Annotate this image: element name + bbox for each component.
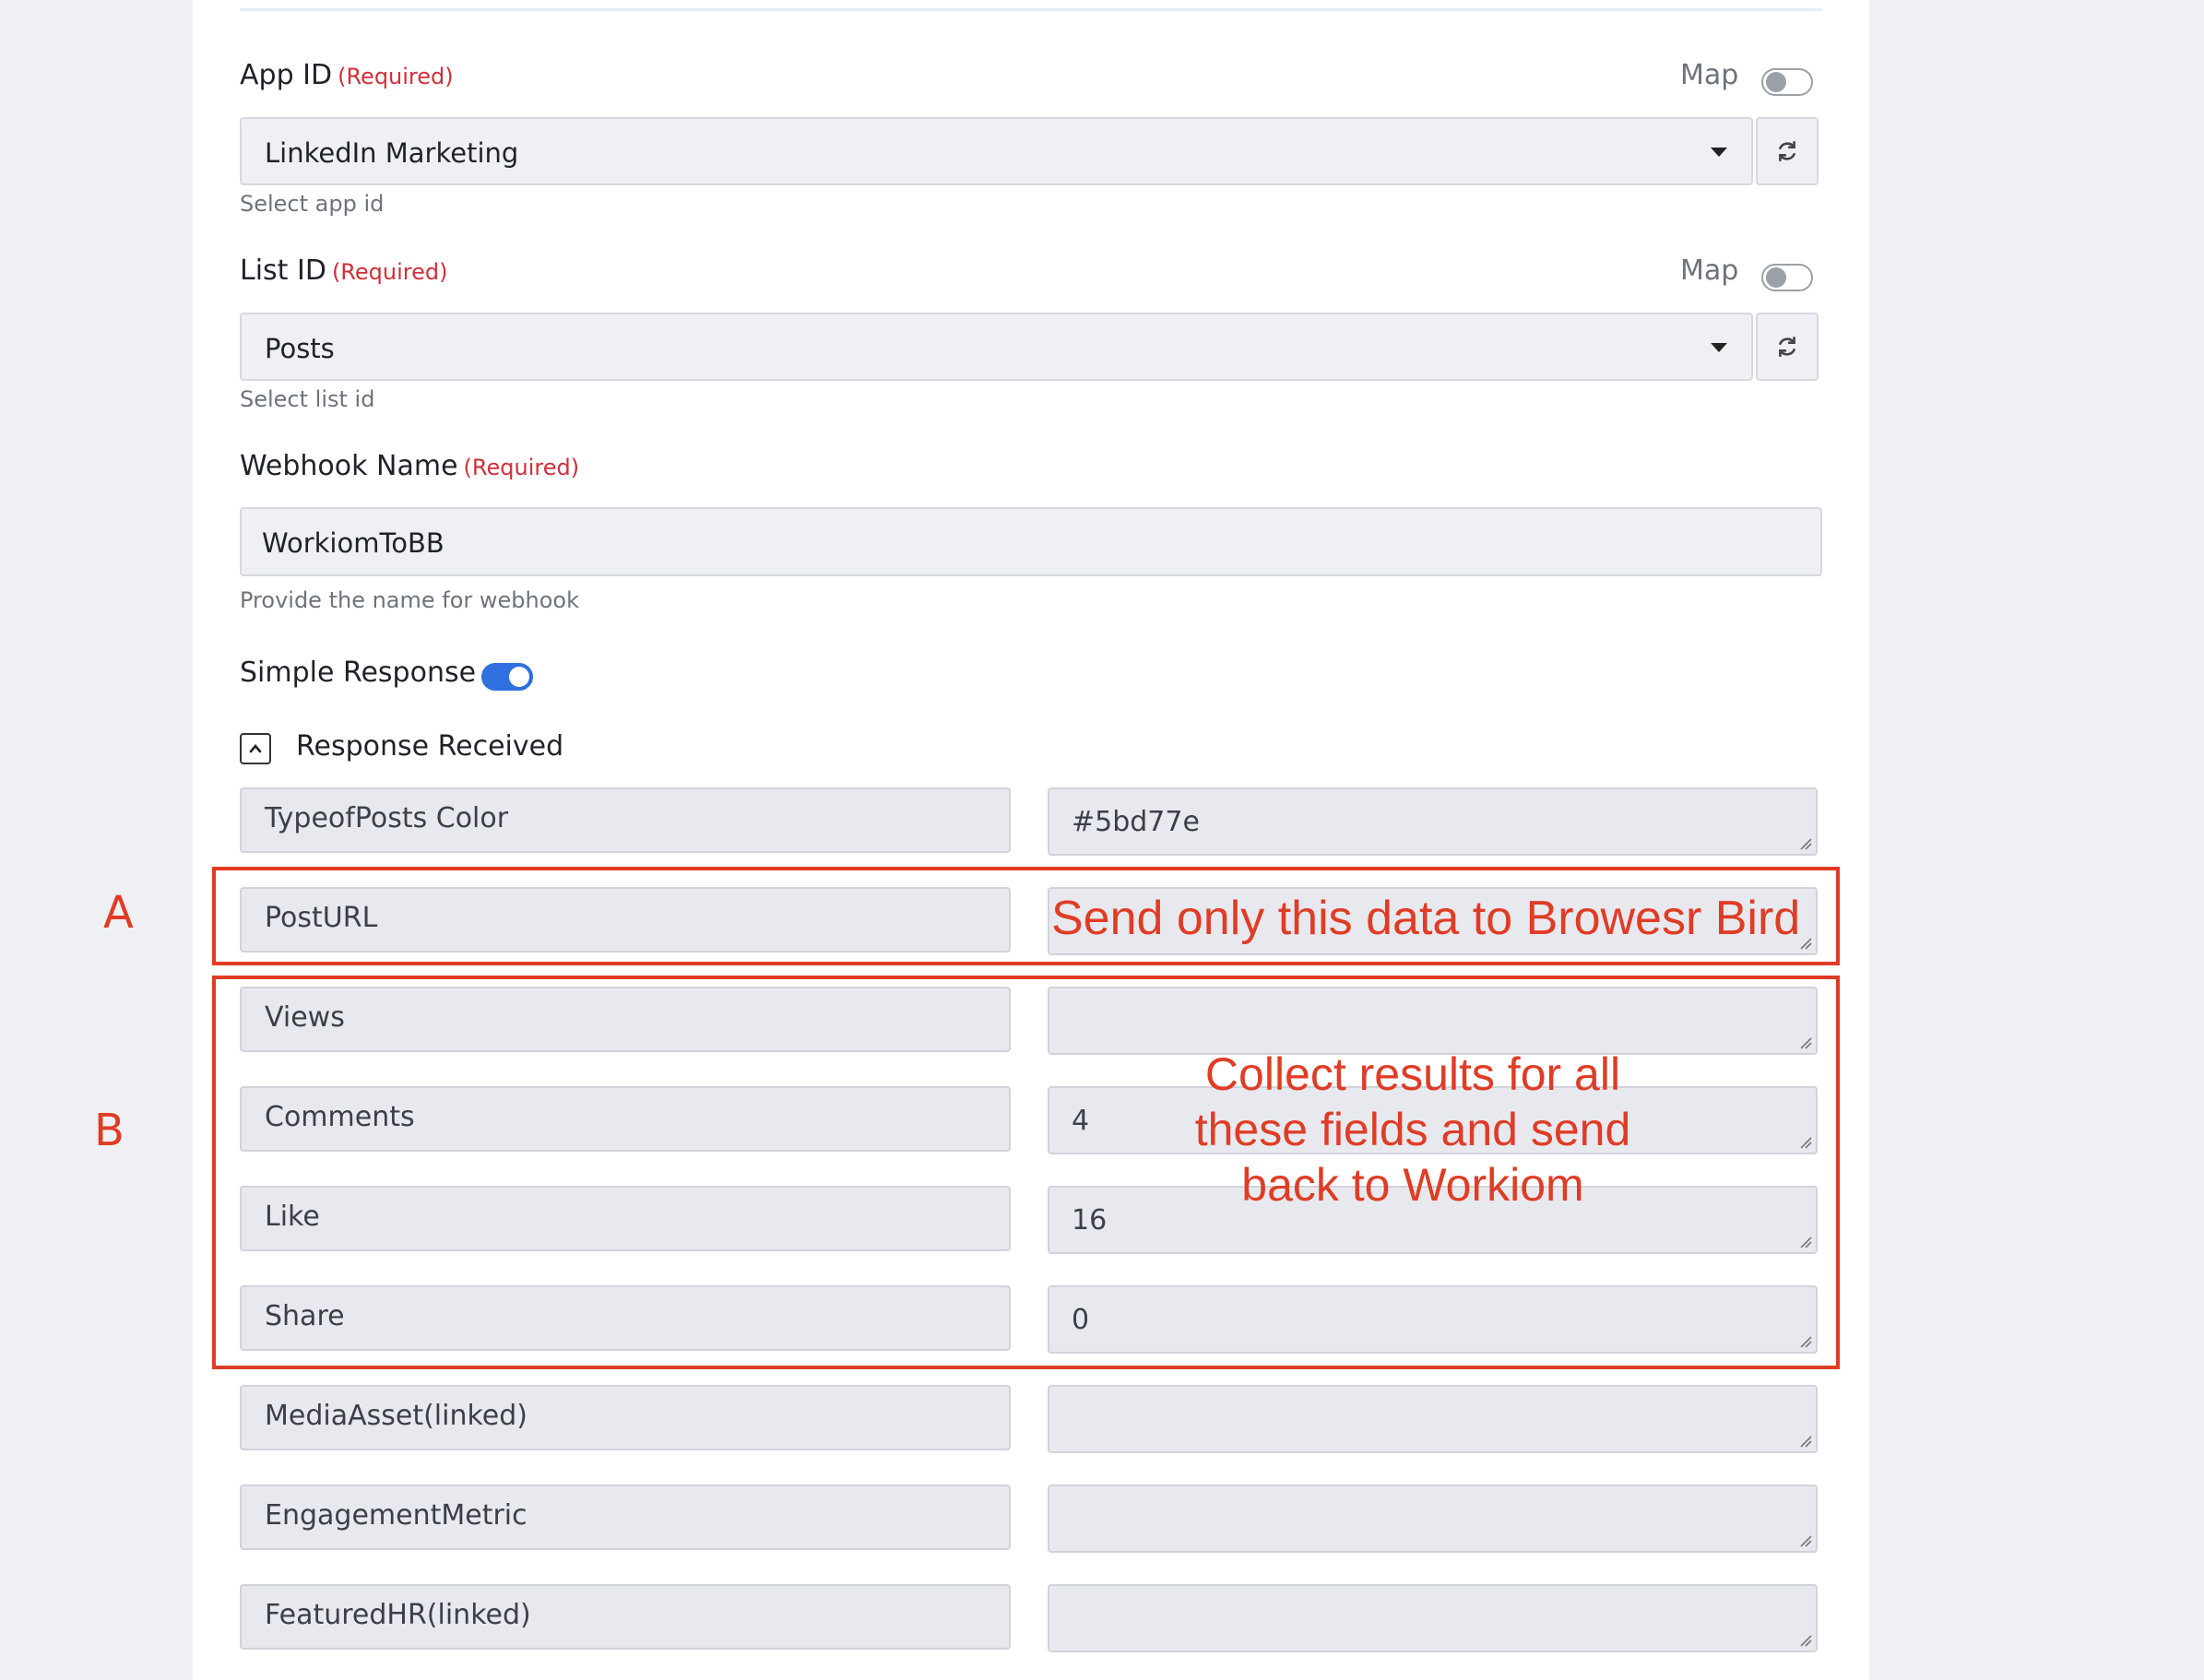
webhook-name-value: WorkiomToBB [262, 527, 444, 559]
annotation-text-b-line2: these fields and send [1194, 1104, 1631, 1155]
webhook-name-label-text: Webhook Name [240, 450, 458, 482]
app-id-map-label: Map [1680, 59, 1739, 91]
app-id-label-text: App ID [240, 59, 333, 91]
list-id-label: List ID (Required) [240, 254, 447, 287]
caret-down-icon [1711, 148, 1727, 157]
response-key-text: EngagementMetric [265, 1499, 527, 1532]
list-id-select[interactable]: Posts [240, 313, 1753, 381]
caret-down-icon [1711, 343, 1727, 352]
response-value-text: #5bd77e [1072, 806, 1200, 838]
simple-response-toggle[interactable] [481, 663, 533, 691]
list-id-help: Select list id [240, 386, 375, 412]
response-key-text: TypeofPosts Color [265, 802, 509, 834]
required-marker: (Required) [338, 64, 454, 89]
list-id-refresh-button[interactable] [1756, 313, 1819, 381]
app-id-refresh-button[interactable] [1756, 117, 1819, 185]
resize-handle-icon[interactable] [1799, 1634, 1812, 1647]
chevron-up-icon [249, 743, 262, 753]
app-id-value: LinkedIn Marketing [265, 137, 519, 169]
required-marker: (Required) [331, 259, 448, 285]
list-id-label-text: List ID [240, 254, 326, 287]
webhook-name-help: Provide the name for webhook [240, 587, 580, 613]
resize-handle-icon[interactable] [1799, 837, 1812, 850]
webhook-name-label: Webhook Name (Required) [240, 450, 579, 482]
response-value-field[interactable] [1048, 1485, 1818, 1553]
resize-handle-icon[interactable] [1799, 1435, 1812, 1448]
response-received-label: Response Received [296, 730, 564, 763]
annotation-letter-b: B [94, 1105, 124, 1156]
app-id-map-toggle[interactable] [1761, 68, 1813, 96]
app-id-label: App ID (Required) [240, 59, 454, 91]
response-key-field[interactable]: MediaAsset(linked) [240, 1385, 1011, 1450]
response-key-field[interactable]: FeaturedHR(linked) [240, 1584, 1011, 1650]
annotation-text-b-line1: Collect results for all [1204, 1048, 1621, 1100]
response-key-field[interactable]: EngagementMetric [240, 1485, 1011, 1550]
response-value-field[interactable]: #5bd77e [1048, 787, 1818, 856]
collapse-button[interactable] [240, 733, 271, 764]
app-id-help: Select app id [240, 191, 385, 217]
simple-response-label: Simple Response [240, 657, 477, 689]
refresh-icon [1779, 140, 1795, 162]
refresh-icon [1779, 336, 1795, 358]
response-value-field[interactable] [1048, 1385, 1818, 1453]
app-id-select[interactable]: LinkedIn Marketing [240, 117, 1753, 185]
response-key-text: MediaAsset(linked) [265, 1400, 527, 1432]
resize-handle-icon[interactable] [1799, 1534, 1812, 1547]
annotation-text-a: Send only this data to Browesr Bird [1051, 892, 1801, 945]
list-id-map-toggle[interactable] [1761, 264, 1813, 291]
webhook-name-input[interactable]: WorkiomToBB [240, 507, 1822, 576]
response-key-field[interactable]: TypeofPosts Color [240, 787, 1011, 853]
response-key-text: FeaturedHR(linked) [265, 1599, 531, 1631]
annotation-letter-a: A [103, 887, 134, 939]
annotation-text-b-line3: back to Workiom [1241, 1159, 1584, 1211]
response-value-field[interactable] [1048, 1584, 1818, 1652]
list-id-value: Posts [265, 333, 335, 364]
divider [240, 8, 1822, 11]
list-id-map-label: Map [1680, 254, 1739, 287]
required-marker: (Required) [463, 455, 580, 480]
